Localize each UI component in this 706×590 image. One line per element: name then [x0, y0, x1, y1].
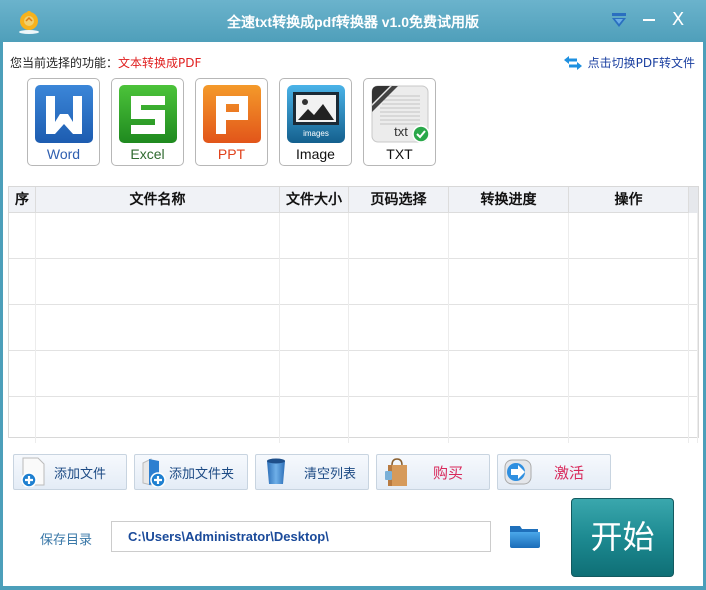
tile-txt[interactable]: txt TXT [363, 78, 436, 166]
close-button[interactable]: X [666, 8, 690, 32]
start-button[interactable]: 开始 [571, 498, 674, 577]
table-row [9, 213, 698, 259]
add-file-label: 添加文件 [54, 466, 107, 482]
save-directory-input[interactable]: C:\Users\Administrator\Desktop\ [111, 521, 491, 552]
column-header-progress[interactable]: 转换进度 [449, 187, 569, 213]
add-file-icon [21, 457, 45, 487]
browse-folder-button[interactable] [508, 522, 542, 550]
save-directory-label: 保存目录 [40, 533, 93, 548]
table-row [9, 259, 698, 305]
dropdown-menu-button[interactable] [607, 8, 631, 32]
table-row [9, 305, 698, 351]
tile-word[interactable]: Word [27, 78, 100, 166]
column-header-filesize[interactable]: 文件大小 [280, 187, 349, 213]
add-folder-icon [142, 458, 166, 487]
minimize-icon [643, 19, 655, 21]
table-row [9, 397, 698, 443]
dropdown-menu-icon [612, 13, 626, 27]
current-function: 您当前选择的功能：文本转换成PDF [10, 54, 201, 71]
folder-icon [510, 526, 540, 548]
clear-list-label: 清空列表 [304, 466, 357, 482]
window-title: 全速txt转换成pdf转换器 v1.0免费试用版 [226, 14, 479, 30]
column-header-actions[interactable]: 操作 [569, 187, 689, 213]
buy-label: 购买 [433, 463, 464, 482]
activate-label: 激活 [554, 463, 585, 482]
action-toolbar: 添加文件 添加文件夹 清空列表 购买 激活 [13, 454, 618, 490]
image-icon: images [287, 85, 345, 143]
tile-ppt[interactable]: PPT [195, 78, 268, 166]
buy-button[interactable]: 购买 [376, 454, 490, 490]
activate-button[interactable]: 激活 [497, 454, 611, 490]
table-scrollbar-cap [689, 187, 698, 213]
tile-excel[interactable]: Excel [111, 78, 184, 166]
tile-excel-label: Excel [130, 146, 165, 162]
add-folder-button[interactable]: 添加文件夹 [134, 454, 248, 490]
title-bar: 全速txt转换成pdf转换器 v1.0免费试用版 X [0, 0, 706, 42]
txt-icon-text: txt [394, 124, 408, 139]
table-row [9, 351, 698, 397]
switch-mode-label: 点击切换PDF转文件 [587, 56, 695, 70]
shopping-bag-icon [385, 458, 407, 486]
trash-bin-icon [267, 458, 285, 484]
main-content: 您当前选择的功能：文本转换成PDF 点击切换PDF转文件 Word Excel … [3, 42, 703, 586]
txt-icon: txt [371, 85, 430, 143]
column-header-filename[interactable]: 文件名称 [36, 187, 280, 213]
add-file-button[interactable]: 添加文件 [13, 454, 127, 490]
excel-icon [119, 85, 177, 143]
column-header-pages[interactable]: 页码选择 [349, 187, 449, 213]
tile-ppt-label: PPT [217, 146, 246, 162]
clear-list-button[interactable]: 清空列表 [255, 454, 369, 490]
format-tiles: Word Excel PPT images Image txt TXT [27, 78, 447, 166]
tile-word-label: Word [46, 146, 81, 162]
tile-image-label: Image [296, 146, 335, 162]
column-header-index[interactable]: 序 [9, 187, 36, 213]
add-folder-label: 添加文件夹 [169, 466, 235, 482]
word-icon [35, 85, 93, 143]
app-window: 全速txt转换成pdf转换器 v1.0免费试用版 X 您当前选择的功能：文本转换… [0, 0, 706, 590]
file-table: 序 文件名称 文件大小 页码选择 转换进度 操作 [8, 186, 699, 443]
tile-image[interactable]: images Image [279, 78, 352, 166]
switch-mode-link[interactable]: 点击切换PDF转文件 [563, 54, 695, 71]
current-function-label: 您当前选择的功能： [10, 56, 119, 70]
tile-txt-label: TXT [386, 146, 413, 162]
ppt-icon [203, 85, 261, 143]
minimize-button[interactable] [637, 8, 661, 32]
image-icon-text: images [303, 129, 329, 138]
table-body [9, 213, 698, 443]
table-header: 序 文件名称 文件大小 页码选择 转换进度 操作 [9, 187, 698, 213]
activate-arrow-icon [504, 459, 532, 485]
close-icon: X [671, 9, 685, 30]
swap-arrows-icon [563, 55, 582, 70]
current-function-value: 文本转换成PDF [118, 56, 202, 70]
